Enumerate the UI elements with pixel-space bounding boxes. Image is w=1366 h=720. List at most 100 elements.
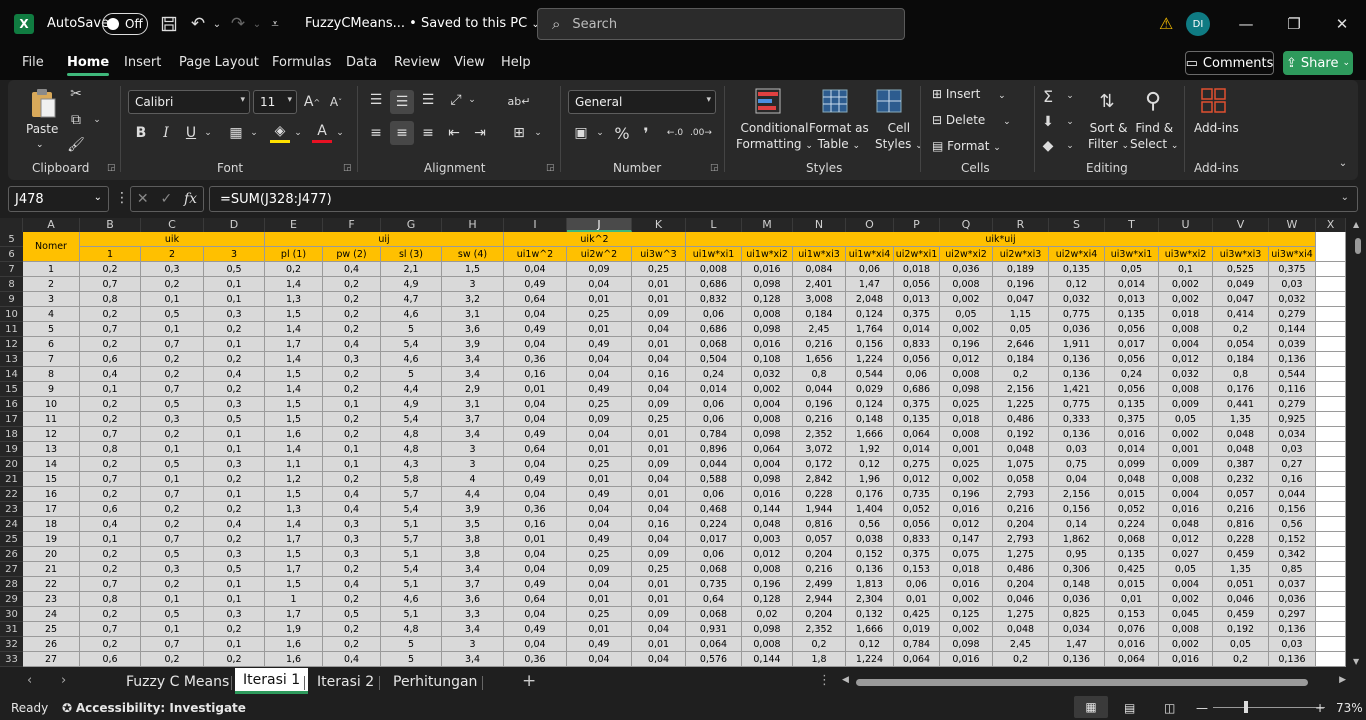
zoom-slider-thumb[interactable] <box>1244 701 1248 713</box>
table-cell[interactable]: 0,1 <box>323 442 381 457</box>
table-cell[interactable]: 0,124 <box>846 307 894 322</box>
table-cell[interactable]: 0,8 <box>80 292 141 307</box>
table-cell[interactable]: 0,04 <box>504 607 567 622</box>
table-cell[interactable]: 0,056 <box>894 517 940 532</box>
empty-cell[interactable] <box>1316 382 1346 397</box>
column-subheader[interactable]: ui1w*xi3 <box>793 247 846 262</box>
table-cell[interactable]: 0,3 <box>323 547 381 562</box>
table-cell[interactable]: 0,27 <box>1269 457 1316 472</box>
table-cell[interactable]: 0,486 <box>993 412 1049 427</box>
table-cell[interactable]: 0,04 <box>632 382 686 397</box>
table-cell[interactable]: 0,047 <box>1213 292 1269 307</box>
table-cell[interactable]: 0,153 <box>894 562 940 577</box>
table-cell[interactable]: 0,504 <box>686 352 742 367</box>
table-cell[interactable]: 0,098 <box>940 637 993 652</box>
avatar[interactable]: DI <box>1186 12 1210 36</box>
table-cell[interactable]: 0,468 <box>686 502 742 517</box>
paste-label[interactable]: Paste <box>26 121 58 137</box>
table-cell[interactable]: 0,7 <box>141 637 204 652</box>
table-cell[interactable]: 0,1 <box>80 532 141 547</box>
table-cell[interactable]: 0,7 <box>141 337 204 352</box>
table-cell[interactable]: 1,944 <box>793 502 846 517</box>
column-subheader[interactable]: ui2w*xi4 <box>1049 247 1105 262</box>
table-cell[interactable]: 0,56 <box>1269 517 1316 532</box>
table-cell[interactable]: 0,04 <box>567 277 632 292</box>
chevron-down-icon[interactable]: ⌄ <box>292 123 304 143</box>
table-cell[interactable]: 0,2 <box>80 562 141 577</box>
table-cell[interactable]: 0,3 <box>204 397 265 412</box>
table-cell[interactable]: 0,2 <box>141 502 204 517</box>
table-cell[interactable]: 0,009 <box>1159 457 1213 472</box>
column-header[interactable]: Q <box>940 218 993 232</box>
table-cell[interactable]: 3,4 <box>442 622 504 637</box>
table-cell[interactable]: 0,3 <box>323 352 381 367</box>
table-cell[interactable]: 0,016 <box>1159 502 1213 517</box>
sort-filter-icon[interactable]: ⇅ <box>1092 86 1122 116</box>
table-cell[interactable]: 1,8 <box>793 652 846 667</box>
table-cell[interactable]: 0,4 <box>204 367 265 382</box>
table-cell[interactable]: 0,002 <box>1159 292 1213 307</box>
table-cell[interactable]: 0,441 <box>1213 397 1269 412</box>
table-cell[interactable]: 0,1 <box>204 442 265 457</box>
table-cell[interactable]: 3 <box>442 442 504 457</box>
table-cell[interactable]: 0,25 <box>567 607 632 622</box>
chevron-down-icon[interactable]: ⌄ <box>532 123 544 143</box>
table-cell[interactable]: 3 <box>442 457 504 472</box>
dialog-launcher-icon[interactable]: ◲ <box>546 163 555 173</box>
table-cell[interactable]: 2,842 <box>793 472 846 487</box>
table-cell[interactable]: 3,4 <box>442 352 504 367</box>
fill-icon[interactable]: ⬇ <box>1038 112 1058 132</box>
table-cell[interactable]: 0,004 <box>742 457 793 472</box>
table-cell[interactable]: 0,125 <box>940 607 993 622</box>
table-cell[interactable]: 1,7 <box>265 562 323 577</box>
table-cell[interactable]: 0,01 <box>632 292 686 307</box>
align-top-icon[interactable]: ☰ <box>366 90 386 110</box>
table-cell[interactable]: 0,016 <box>742 337 793 352</box>
table-cell[interactable]: 0,192 <box>993 427 1049 442</box>
empty-cell[interactable] <box>1316 277 1346 292</box>
table-cell[interactable]: 0,04 <box>632 652 686 667</box>
table-cell[interactable]: 0,375 <box>894 307 940 322</box>
table-cell[interactable]: 0,686 <box>686 277 742 292</box>
table-cell[interactable]: 0,156 <box>1269 502 1316 517</box>
table-cell[interactable]: 2,793 <box>993 532 1049 547</box>
table-cell[interactable]: 0,2 <box>80 547 141 562</box>
table-cell[interactable]: 0,196 <box>940 337 993 352</box>
table-cell[interactable]: 0,012 <box>894 472 940 487</box>
table-cell[interactable]: 0,2 <box>323 472 381 487</box>
minimize-icon[interactable]: — <box>1234 12 1258 36</box>
table-cell[interactable]: 0,004 <box>1159 337 1213 352</box>
table-cell[interactable]: 0,056 <box>1105 322 1159 337</box>
table-cell[interactable]: 0,148 <box>846 412 894 427</box>
empty-cell[interactable] <box>1316 532 1346 547</box>
table-cell[interactable]: 0,196 <box>742 577 793 592</box>
table-cell[interactable]: 3,4 <box>442 652 504 667</box>
table-cell[interactable]: 0,1 <box>204 337 265 352</box>
autosum-icon[interactable]: Σ <box>1038 86 1058 106</box>
table-cell[interactable]: 3,3 <box>442 607 504 622</box>
table-cell[interactable]: 0,279 <box>1269 397 1316 412</box>
empty-cell[interactable] <box>1316 292 1346 307</box>
table-cell[interactable]: 0,56 <box>846 517 894 532</box>
column-subheader[interactable]: pw (2) <box>323 247 381 262</box>
table-cell[interactable]: 0,048 <box>742 517 793 532</box>
chevron-down-icon[interactable]: ⌄ <box>202 123 214 143</box>
row-header[interactable]: 14 <box>0 367 23 382</box>
table-cell[interactable]: 0,098 <box>742 427 793 442</box>
bold-icon[interactable]: B <box>132 123 150 143</box>
zoom-in-icon[interactable]: + <box>1315 701 1325 715</box>
table-cell[interactable]: 4,8 <box>381 427 442 442</box>
column-header[interactable]: V <box>1213 218 1269 232</box>
table-cell[interactable]: 5,4 <box>381 502 442 517</box>
table-cell[interactable]: 22 <box>23 577 80 592</box>
table-cell[interactable]: 1,92 <box>846 442 894 457</box>
chevron-down-icon[interactable]: ⌄ <box>334 123 346 143</box>
table-cell[interactable]: 1,764 <box>846 322 894 337</box>
row-header[interactable]: 22 <box>0 487 23 502</box>
table-cell[interactable]: 0,013 <box>1105 292 1159 307</box>
table-cell[interactable]: 2,9 <box>442 382 504 397</box>
row-header[interactable]: 32 <box>0 637 23 652</box>
table-cell[interactable]: 0,01 <box>567 442 632 457</box>
table-cell[interactable]: 3 <box>442 277 504 292</box>
wrap-text-icon[interactable]: ab↵ <box>508 90 531 112</box>
